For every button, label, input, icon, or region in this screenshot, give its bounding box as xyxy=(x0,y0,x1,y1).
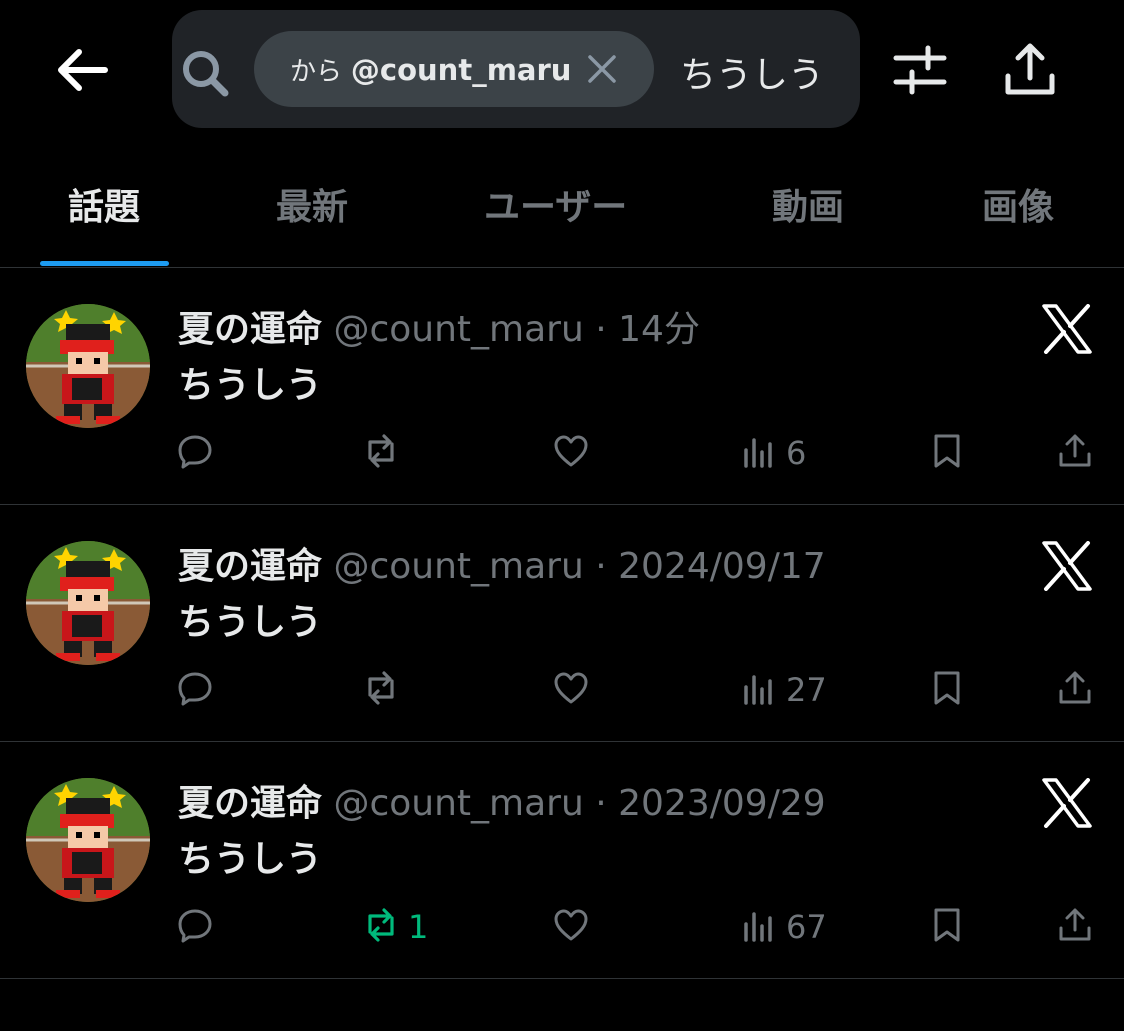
sliders-icon xyxy=(893,45,947,95)
display-name[interactable]: 夏の運命 xyxy=(178,783,322,824)
bookmark-icon xyxy=(928,432,966,474)
avatar[interactable] xyxy=(26,778,150,902)
post-header: 夏の運命 @count_maru · 2023/09/29 xyxy=(178,774,826,826)
bookmark-icon xyxy=(928,906,966,948)
chip-handle: @count_maru xyxy=(350,53,572,87)
search-settings-button[interactable] xyxy=(890,42,950,98)
reply-button[interactable] xyxy=(176,902,222,952)
views-button[interactable]: 27 xyxy=(740,665,827,715)
active-tab-indicator xyxy=(40,261,169,266)
share-icon xyxy=(1005,43,1055,95)
tab-latest[interactable]: 最新 xyxy=(276,178,348,230)
tab-images[interactable]: 画像 xyxy=(982,178,1054,230)
post-timestamp[interactable]: 2023/09/29 xyxy=(618,783,826,824)
retweet-button[interactable] xyxy=(362,665,408,715)
separator-dot: · xyxy=(595,309,607,350)
post-text: ちうしう xyxy=(178,839,323,880)
avatar[interactable] xyxy=(26,541,150,665)
x-logo-icon xyxy=(1040,778,1094,828)
bookmark-button[interactable] xyxy=(928,902,966,952)
post-text: ちうしう xyxy=(178,365,323,406)
post-header: 夏の運命 @count_maru · 2024/09/17 xyxy=(178,537,826,589)
retweet-icon xyxy=(362,906,400,948)
separator-dot: · xyxy=(595,783,607,824)
post-timestamp[interactable]: 14分 xyxy=(618,309,700,350)
like-button[interactable] xyxy=(552,428,598,478)
views-icon xyxy=(740,906,778,948)
search-query-text[interactable]: ちうしう xyxy=(680,46,824,98)
reply-button[interactable] xyxy=(176,428,222,478)
back-button[interactable] xyxy=(50,40,116,100)
like-button[interactable] xyxy=(552,665,598,715)
x-logo-icon xyxy=(1040,541,1094,591)
reply-icon xyxy=(176,432,214,474)
reply-icon xyxy=(176,669,214,711)
top-bar: から @count_maru ちうしう xyxy=(0,0,1124,140)
chip-prefix: から xyxy=(290,57,343,87)
separator-dot: · xyxy=(595,546,607,587)
post-text: ちうしう xyxy=(178,602,323,643)
share-icon xyxy=(1056,669,1094,711)
post-timestamp[interactable]: 2024/09/17 xyxy=(618,546,826,587)
search-bar[interactable]: から @count_maru ちうしう xyxy=(172,10,860,128)
bookmark-icon xyxy=(928,669,966,711)
share-icon xyxy=(1056,432,1094,474)
avatar[interactable] xyxy=(26,304,150,428)
post[interactable]: 夏の運命 @count_maru · 2024/09/17 ちうしう 27 xyxy=(0,505,1124,742)
post[interactable]: 夏の運命 @count_maru · 2023/09/29 ちうしう 1 67 xyxy=(0,742,1124,979)
user-handle[interactable]: @count_maru xyxy=(333,546,583,587)
views-button[interactable]: 6 xyxy=(740,428,806,478)
x-logo-icon xyxy=(1040,304,1094,354)
retweet-count: 1 xyxy=(408,908,429,946)
retweet-button[interactable] xyxy=(362,428,408,478)
post-actions: 6 xyxy=(0,428,1124,478)
retweet-icon xyxy=(362,432,400,474)
views-button[interactable]: 67 xyxy=(740,902,827,952)
tab-top[interactable]: 話題 xyxy=(68,178,140,230)
tab-people[interactable]: ユーザー xyxy=(484,178,627,230)
search-tabs: 話題 最新 ユーザー 動画 画像 xyxy=(0,150,1124,268)
heart-icon xyxy=(552,669,590,711)
view-count: 67 xyxy=(786,908,827,946)
views-icon xyxy=(740,432,778,474)
post-header: 夏の運命 @count_maru · 14分 xyxy=(178,300,700,352)
bookmark-button[interactable] xyxy=(928,428,966,478)
post-actions: 27 xyxy=(0,665,1124,715)
arrow-left-icon xyxy=(58,49,108,91)
share-post-button[interactable] xyxy=(1056,902,1094,952)
reply-button[interactable] xyxy=(176,665,222,715)
like-button[interactable] xyxy=(552,902,598,952)
user-handle[interactable]: @count_maru xyxy=(333,783,583,824)
display-name[interactable]: 夏の運命 xyxy=(178,546,322,587)
view-count: 27 xyxy=(786,671,827,709)
search-filter-chip[interactable]: から @count_maru xyxy=(254,31,654,107)
retweet-icon xyxy=(362,669,400,711)
heart-icon xyxy=(552,432,590,474)
display-name[interactable]: 夏の運命 xyxy=(178,309,322,350)
share-post-button[interactable] xyxy=(1056,665,1094,715)
search-filter-chip-label: から @count_maru xyxy=(290,51,571,88)
heart-icon xyxy=(552,906,590,948)
retweet-button[interactable]: 1 xyxy=(362,902,428,952)
post[interactable]: 夏の運命 @count_maru · 14分 ちうしう 6 xyxy=(0,268,1124,505)
search-icon xyxy=(183,51,229,97)
share-post-button[interactable] xyxy=(1056,428,1094,478)
view-count: 6 xyxy=(786,434,807,472)
post-actions: 1 67 xyxy=(0,902,1124,952)
views-icon xyxy=(740,669,778,711)
share-search-button[interactable] xyxy=(1000,40,1060,100)
close-icon[interactable] xyxy=(584,51,620,87)
share-icon xyxy=(1056,906,1094,948)
tab-videos[interactable]: 動画 xyxy=(772,178,844,230)
reply-icon xyxy=(176,906,214,948)
bookmark-button[interactable] xyxy=(928,665,966,715)
user-handle[interactable]: @count_maru xyxy=(333,309,583,350)
